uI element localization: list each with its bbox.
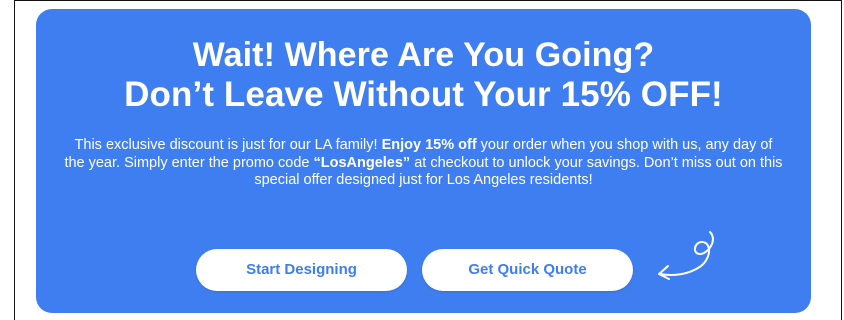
headline-line-1: Wait! Where Are You Going? (192, 36, 655, 74)
promo-description: This exclusive discount is just for our … (64, 137, 783, 190)
promo-headline: Wait! Where Are You Going? Don’t Leave W… (36, 35, 811, 115)
get-quick-quote-button[interactable]: Get Quick Quote (422, 249, 633, 291)
curly-arrow-left-icon (658, 231, 714, 280)
description-text-1: This exclusive discount is just for our … (74, 137, 382, 153)
page-frame: Wait! Where Are You Going? Don’t Leave W… (14, 0, 842, 320)
start-designing-button[interactable]: Start Designing (196, 249, 407, 291)
description-highlight-discount: Enjoy 15% off (381, 137, 477, 153)
promo-code: “LosAngeles” (313, 154, 411, 171)
exit-intent-promo-card: Wait! Where Are You Going? Don’t Leave W… (36, 9, 811, 313)
headline-line-2: Don’t Leave Without Your 15% OFF! (124, 75, 723, 114)
